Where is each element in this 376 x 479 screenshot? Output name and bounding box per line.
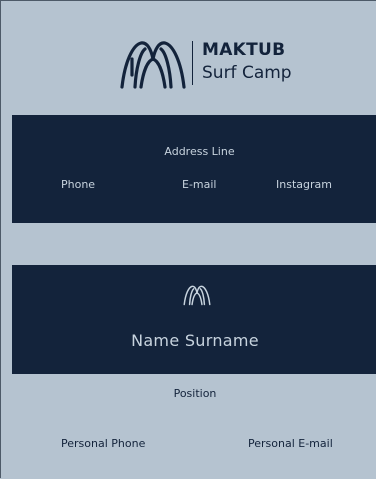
email-label: E-mail (182, 178, 217, 191)
brand-subtitle: Surf Camp (202, 63, 292, 83)
logo-divider (192, 41, 193, 85)
personal-email-label: Personal E-mail (248, 437, 333, 450)
brand-name: MAKTUB (202, 40, 286, 60)
business-card-back-header: Name Surname (12, 265, 376, 374)
double-arch-wave-icon (120, 41, 186, 89)
address-line: Address Line (164, 145, 235, 158)
person-name: Name Surname (131, 331, 259, 350)
business-card-front-header: MAKTUB Surf Camp (12, 1, 376, 115)
phone-label: Phone (61, 178, 96, 191)
brand-logo: MAKTUB Surf Camp (119, 39, 309, 91)
position-label: Position (173, 387, 217, 400)
double-arch-wave-icon (183, 285, 211, 306)
canvas-frame: MAKTUB Surf Camp Address Line Phone E-ma… (0, 0, 376, 479)
personal-phone-label: Personal Phone (61, 437, 146, 450)
business-card-back-info: Position Personal Phone Personal E-mail (12, 374, 376, 479)
business-card-front-info: Address Line Phone E-mail Instagram (12, 115, 376, 223)
instagram-label: Instagram (276, 178, 332, 191)
